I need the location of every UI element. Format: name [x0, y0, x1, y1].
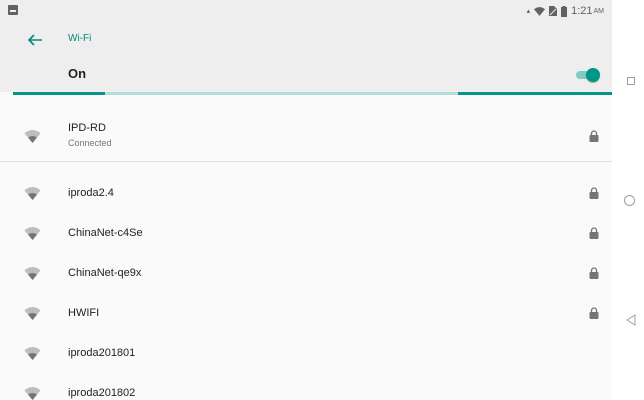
app-bar: Wi-Fi: [0, 22, 612, 57]
network-item[interactable]: ChinaNet-c4Se: [0, 213, 612, 253]
home-icon[interactable]: [624, 195, 635, 206]
page-title: Wi-Fi: [68, 33, 92, 44]
battery-icon: [561, 5, 568, 17]
network-item[interactable]: HWIFI: [0, 293, 612, 333]
wifi-icon: [534, 6, 546, 16]
network-status: Connected: [68, 138, 112, 148]
network-name: iproda2.4: [68, 187, 114, 199]
network-item[interactable]: iproda201801: [0, 333, 612, 373]
wifi-signal-icon: [24, 187, 41, 200]
lock-icon: [589, 227, 599, 239]
lock-icon: [589, 267, 599, 279]
wifi-signal-icon: [24, 347, 41, 360]
progress-segment: [458, 92, 612, 95]
network-item[interactable]: IPD-RD Connected: [0, 117, 612, 157]
status-icons: ▴ 1:21 AM: [527, 4, 604, 18]
wifi-signal-icon: [24, 267, 41, 280]
wifi-signal-icon: [24, 387, 41, 400]
wifi-toggle[interactable]: [574, 67, 600, 83]
lock-icon: [589, 187, 599, 199]
network-name: ChinaNet-qe9x: [68, 267, 142, 279]
status-ampm: AM: [593, 7, 605, 15]
toggle-thumb: [586, 68, 600, 82]
network-item[interactable]: iproda201802: [0, 373, 612, 400]
status-bar: ▴ 1:21 AM: [0, 0, 612, 22]
network-name: ChinaNet-c4Se: [68, 227, 143, 239]
scanning-progress-bar: [13, 92, 612, 95]
signal-indicator-icon: ▴: [526, 7, 531, 15]
back-icon[interactable]: [625, 314, 637, 326]
wifi-signal-icon: [24, 307, 41, 320]
wifi-signal-icon: [24, 130, 41, 143]
progress-segment: [13, 92, 105, 95]
lock-icon: [589, 130, 599, 142]
image-icon: [8, 5, 18, 15]
network-name: IPD-RD: [68, 122, 106, 134]
network-name: HWIFI: [68, 307, 100, 319]
wifi-switch-label: On: [68, 66, 87, 81]
list-divider: [0, 161, 612, 162]
recents-icon[interactable]: [627, 77, 635, 85]
no-sim-icon: [549, 6, 558, 16]
network-item[interactable]: ChinaNet-qe9x: [0, 253, 612, 293]
network-name: iproda201801: [68, 347, 136, 359]
wifi-signal-icon: [24, 227, 41, 240]
network-name: iproda201802: [68, 387, 136, 399]
network-item[interactable]: iproda2.4: [0, 173, 612, 213]
lock-icon: [589, 307, 599, 319]
wifi-master-switch-row[interactable]: On: [0, 57, 612, 92]
settings-screen: ▴ 1:21 AM Wi-Fi On IPD-RD Connected ipro…: [0, 0, 612, 400]
status-time: 1:21: [571, 5, 593, 17]
back-arrow-icon[interactable]: [26, 31, 44, 49]
